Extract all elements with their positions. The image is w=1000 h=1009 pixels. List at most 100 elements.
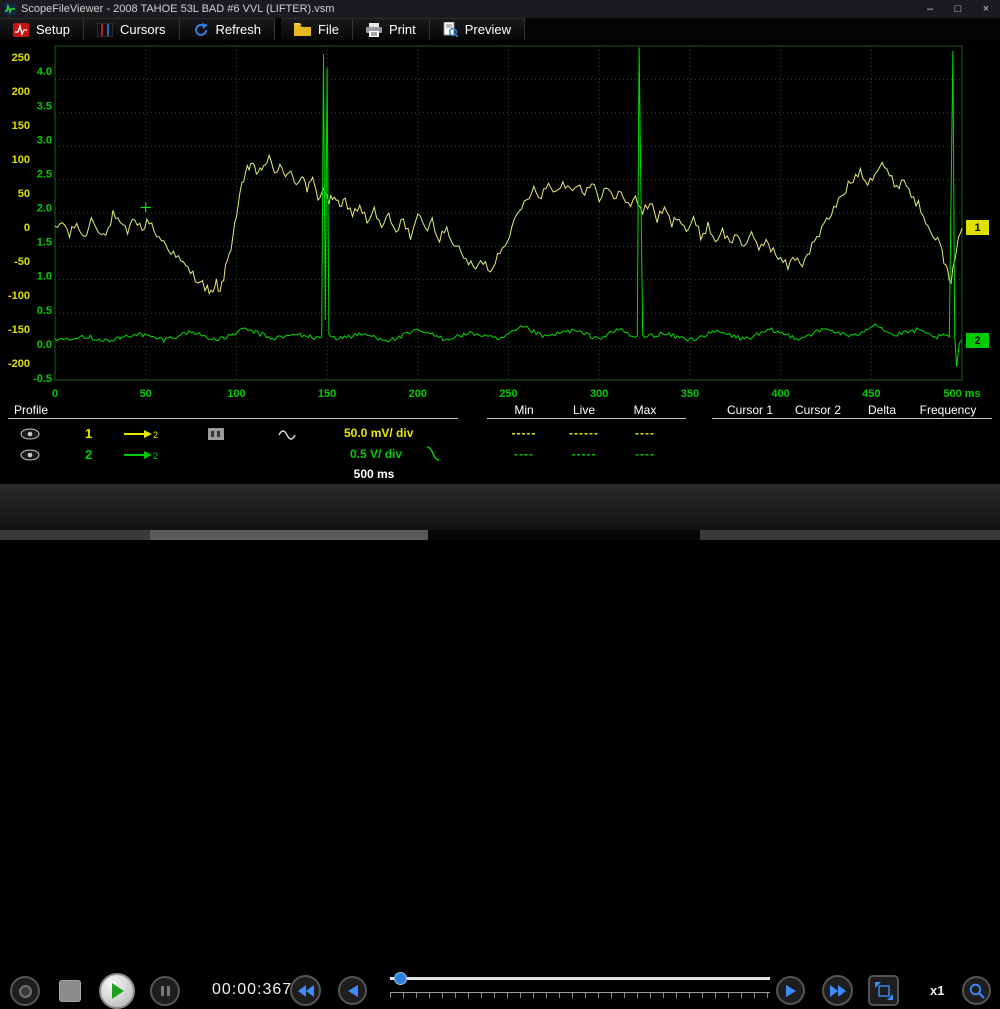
svg-text:2: 2 xyxy=(153,451,158,461)
min-value: ----- xyxy=(512,426,537,440)
play-icon xyxy=(109,982,125,1000)
magnifier-icon xyxy=(969,983,985,999)
column-header-min: Min xyxy=(514,403,533,417)
setup-icon xyxy=(13,23,29,37)
channel-scale[interactable]: 50.0 mV/ div xyxy=(344,426,413,440)
svg-text:-0.5: -0.5 xyxy=(33,373,52,385)
zoom-button[interactable] xyxy=(962,976,991,1005)
file-button-label: File xyxy=(318,22,339,37)
svg-text:400: 400 xyxy=(771,388,789,400)
setup-button[interactable]: Setup xyxy=(0,18,84,40)
record-button[interactable] xyxy=(10,976,40,1006)
y-axis-channel-2: 4.03.53.02.52.01.51.00.50.0-0.5 xyxy=(33,66,52,385)
refresh-button[interactable]: Refresh xyxy=(180,18,276,40)
column-header-cursor1: Cursor 1 xyxy=(727,403,773,417)
window-controls: – □ × xyxy=(916,0,1000,18)
max-value: ---- xyxy=(635,426,655,440)
expand-icon xyxy=(875,982,893,1000)
svg-text:1.0: 1.0 xyxy=(37,271,52,283)
live-value: ------ xyxy=(569,426,599,440)
svg-text:2.0: 2.0 xyxy=(37,203,52,215)
cursors-icon xyxy=(97,23,113,37)
pause-button[interactable] xyxy=(150,976,180,1006)
min-value: ---- xyxy=(514,447,534,461)
svg-text:-150: -150 xyxy=(8,324,30,336)
cursors-button-label: Cursors xyxy=(120,22,166,37)
time-display: 00:00:367 xyxy=(212,981,292,999)
taskbar xyxy=(0,530,1000,540)
column-header-max: Max xyxy=(634,403,657,417)
step-back-button[interactable] xyxy=(338,976,367,1005)
visibility-eye-icon[interactable] xyxy=(20,427,40,445)
svg-text:500 ms: 500 ms xyxy=(943,388,980,400)
maximize-button[interactable]: □ xyxy=(944,0,972,18)
skip-end-button[interactable] xyxy=(822,975,853,1006)
play-button[interactable] xyxy=(99,973,135,1009)
channel-2-row: 2 2 0.5 V/ div ---- ----- ---- xyxy=(0,446,1000,464)
svg-text:450: 450 xyxy=(862,388,880,400)
slope-icon[interactable] xyxy=(426,446,440,466)
file-button[interactable]: File xyxy=(281,18,353,40)
svg-text:0.5: 0.5 xyxy=(37,305,52,317)
step-forward-button[interactable] xyxy=(776,976,805,1005)
stop-button[interactable] xyxy=(59,980,81,1002)
step-back-icon xyxy=(348,985,358,997)
channel-1-marker[interactable]: 1 xyxy=(966,220,989,235)
minimize-button[interactable]: – xyxy=(916,0,944,18)
channel-scale[interactable]: 0.5 V/ div xyxy=(350,447,402,461)
channel-2-marker[interactable]: 2 xyxy=(966,333,989,348)
x-axis: 050100150200250300350400450500 ms xyxy=(52,388,981,400)
column-header-live: Live xyxy=(573,403,595,417)
svg-text:50: 50 xyxy=(18,188,30,200)
close-button[interactable]: × xyxy=(972,0,1000,18)
scope-plot[interactable]: 250200150100500-50-100-150-200 4.0 3.5 3.0 2… xyxy=(0,40,1000,400)
svg-text:4.0: 4.0 xyxy=(37,66,52,78)
svg-text:3.5: 3.5 xyxy=(37,100,52,112)
record-icon xyxy=(19,985,32,998)
timebase-label[interactable]: 500 ms xyxy=(354,467,395,481)
preview-button[interactable]: Preview xyxy=(430,18,525,40)
profile-label: Profile xyxy=(14,403,48,417)
y-axis-channel-1: 250200150100500-50-100-150-200 xyxy=(8,52,30,370)
divider xyxy=(487,418,686,419)
transport-bar: 00:00:367 x1 xyxy=(0,484,1000,530)
visibility-eye-icon[interactable] xyxy=(20,448,40,466)
filter-icon[interactable] xyxy=(208,427,224,445)
print-icon xyxy=(366,23,382,37)
skip-start-icon xyxy=(298,985,314,997)
cursors-button[interactable]: Cursors xyxy=(84,18,180,40)
svg-text:200: 200 xyxy=(409,388,427,400)
svg-text:100: 100 xyxy=(227,388,245,400)
svg-text:3.0: 3.0 xyxy=(37,134,52,146)
refresh-icon xyxy=(193,22,209,38)
print-button-label: Print xyxy=(389,22,416,37)
channel-number: 2 xyxy=(85,447,92,462)
timeline-slider[interactable] xyxy=(390,977,770,980)
pause-icon xyxy=(161,986,170,996)
trigger-marker[interactable] xyxy=(141,203,151,213)
step-forward-icon xyxy=(786,985,796,997)
column-header-delta: Delta xyxy=(868,403,896,417)
max-value: ---- xyxy=(635,447,655,461)
svg-text:0: 0 xyxy=(52,388,58,400)
taskbar-window-button[interactable] xyxy=(428,530,700,540)
divider xyxy=(8,418,458,419)
app-icon xyxy=(4,3,16,15)
ac-coupling-icon[interactable] xyxy=(278,427,296,445)
svg-text:0.0: 0.0 xyxy=(37,339,52,351)
skip-start-button[interactable] xyxy=(290,975,321,1006)
scope-grid xyxy=(55,46,962,380)
timeline-slider-handle[interactable] xyxy=(394,972,407,985)
probe-icon[interactable]: 2 xyxy=(124,427,160,445)
preview-icon xyxy=(443,22,458,37)
expand-button[interactable] xyxy=(868,975,899,1006)
divider xyxy=(712,418,992,419)
taskbar-window-button[interactable] xyxy=(150,530,428,540)
svg-text:-50: -50 xyxy=(14,256,30,268)
probe-icon[interactable]: 2 xyxy=(124,448,160,466)
refresh-button-label: Refresh xyxy=(216,22,262,37)
svg-text:250: 250 xyxy=(12,52,30,64)
svg-text:250: 250 xyxy=(499,388,517,400)
column-header-cursor2: Cursor 2 xyxy=(795,403,841,417)
print-button[interactable]: Print xyxy=(353,18,430,40)
